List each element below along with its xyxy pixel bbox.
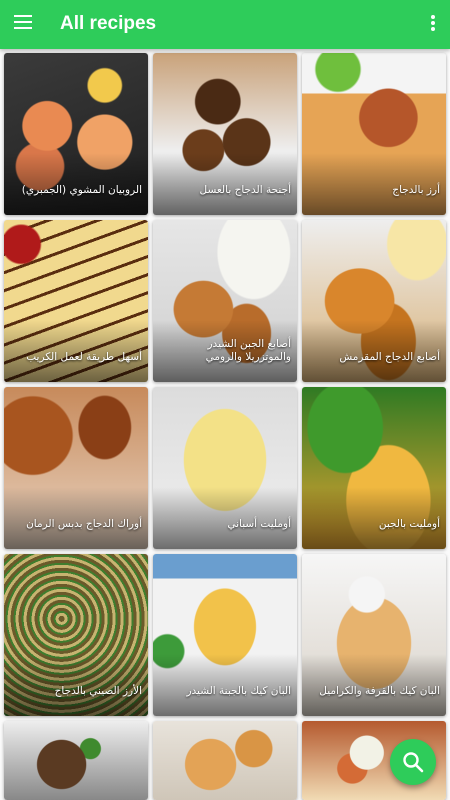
app-bar: All recipes <box>0 0 450 49</box>
recipe-card[interactable]: أجنحة الدجاج بالعسل <box>153 53 297 215</box>
recipe-card[interactable]: أومليت أسباني <box>153 387 297 549</box>
recipe-title: البان كيك بالقرفة والكراميل <box>319 685 440 697</box>
recipe-title: البان كيك بالجبنة الشيدر <box>186 685 291 697</box>
recipe-card[interactable]: أوراك الدجاج بدبس الرمان <box>4 387 148 549</box>
recipe-card[interactable] <box>4 721 148 800</box>
recipe-card[interactable]: البان كيك بالجبنة الشيدر <box>153 554 297 716</box>
recipe-card[interactable]: البان كيك بالقرفة والكراميل <box>302 554 446 716</box>
recipe-title: أرز بالدجاج <box>392 184 440 196</box>
recipe-card[interactable]: أومليت بالجبن <box>302 387 446 549</box>
menu-icon[interactable] <box>14 15 32 29</box>
recipe-card[interactable]: الأرز الصيني بالدجاج <box>4 554 148 716</box>
recipe-title: أجنحة الدجاج بالعسل <box>199 184 291 196</box>
recipe-card[interactable]: أسهل طريقة لعمل الكريب <box>4 220 148 382</box>
recipe-title: أومليت أسباني <box>227 518 291 530</box>
recipe-title: أصابع الدجاج المقرمش <box>339 351 440 363</box>
search-icon <box>403 752 424 773</box>
recipe-grid: الروبيان المشوي (الجمبري) أجنحة الدجاج ب… <box>0 49 450 800</box>
recipe-card[interactable]: أصابع الدجاج المقرمش <box>302 220 446 382</box>
recipe-card[interactable] <box>153 721 297 800</box>
recipe-title: أومليت بالجبن <box>378 518 440 530</box>
recipe-card[interactable]: أرز بالدجاج <box>302 53 446 215</box>
page-title: All recipes <box>60 13 157 34</box>
recipe-title: أوراك الدجاج بدبس الرمان <box>26 518 142 530</box>
search-button[interactable] <box>390 739 436 785</box>
recipe-title: أسهل طريقة لعمل الكريب <box>26 351 142 363</box>
recipe-card[interactable]: الروبيان المشوي (الجمبري) <box>4 53 148 215</box>
more-vert-icon[interactable] <box>430 15 436 33</box>
recipe-title: الأرز الصيني بالدجاج <box>54 685 142 697</box>
recipe-card[interactable]: أصابع الجبن الشيدر والموتزريلا والرومي <box>153 220 297 382</box>
recipe-title: أصابع الجبن الشيدر والموتزريلا والرومي <box>205 338 291 363</box>
recipe-title: الروبيان المشوي (الجمبري) <box>21 184 142 196</box>
